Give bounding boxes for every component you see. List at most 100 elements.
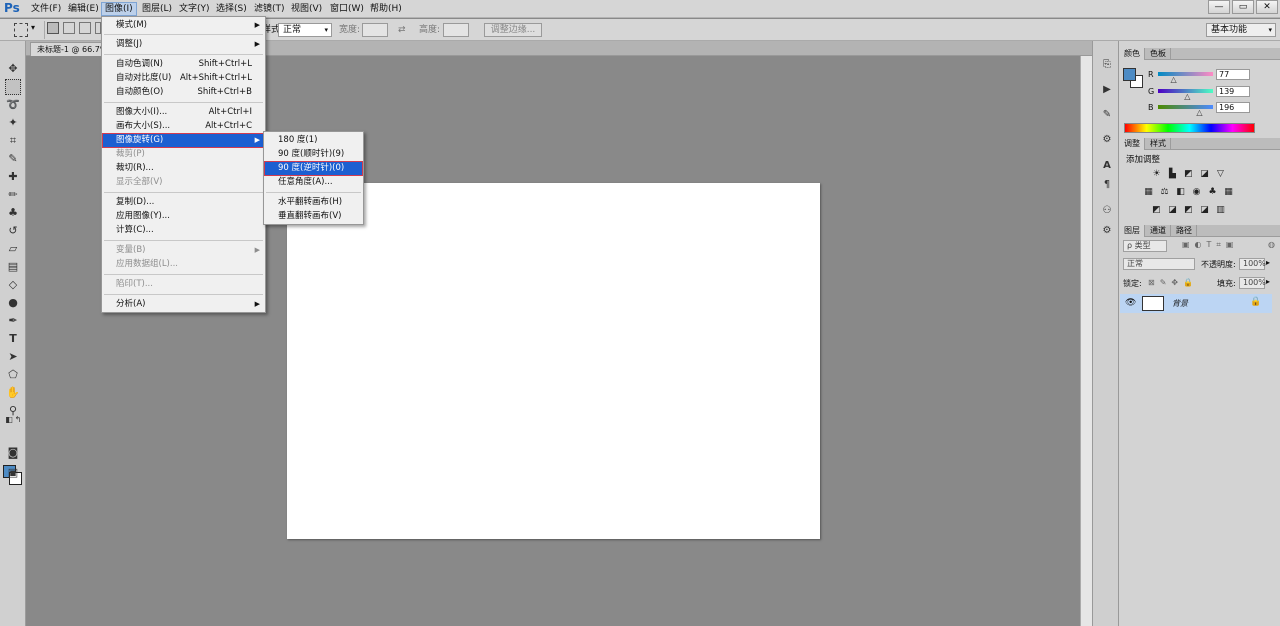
menu-item-canvas-size[interactable]: 画布大小(S)... Alt+Ctrl+C xyxy=(103,120,264,133)
menu-item-analysis[interactable]: 分析(A) ▶ xyxy=(103,298,264,311)
lock-icons[interactable]: ⊠✎✥🔒 xyxy=(1148,278,1198,287)
history-brush-tool-icon[interactable]: ↺ xyxy=(5,223,21,239)
restore-button[interactable]: ▭ xyxy=(1232,0,1254,14)
menu-item-crop[interactable]: 裁剪(P) xyxy=(103,148,264,161)
layer-filter-icons[interactable]: ▣◐T⌗▣ xyxy=(1182,240,1239,250)
menu-image[interactable]: 图像(I) xyxy=(101,2,137,16)
blend-mode-select[interactable]: 正常 xyxy=(1123,258,1195,270)
g-value-field[interactable]: 139 xyxy=(1216,86,1250,97)
levels-adjust-icon[interactable]: ▙ xyxy=(1166,169,1179,180)
menu-item-auto-color[interactable]: 自动颜色(O) Shift+Ctrl+B xyxy=(103,86,264,99)
menu-item-image-size[interactable]: 图像大小(I)... Alt+Ctrl+I xyxy=(103,106,264,119)
clone-source-icon[interactable]: ⚇ xyxy=(1100,204,1114,218)
subtract-selection-icon[interactable] xyxy=(79,22,91,34)
brush-presets-icon[interactable]: ⚙ xyxy=(1100,133,1114,147)
b-slider[interactable] xyxy=(1158,105,1213,109)
threshold-icon[interactable]: ◩ xyxy=(1182,205,1195,216)
style-select[interactable]: 正常 ▾ xyxy=(278,23,332,37)
menu-item-rotate-180[interactable]: 180 度(1) xyxy=(265,134,362,147)
menu-item-mode[interactable]: 模式(M) ▶ xyxy=(103,19,264,32)
channel-mixer-icon[interactable]: ♣ xyxy=(1206,187,1219,198)
selective-color-icon[interactable]: ◪ xyxy=(1198,205,1211,216)
marquee-tool-icon[interactable] xyxy=(5,79,21,95)
menu-help[interactable]: 帮助(H) xyxy=(367,2,405,16)
menu-file[interactable]: 文件(F) xyxy=(28,2,64,16)
menu-type[interactable]: 文字(Y) xyxy=(176,2,213,16)
screen-mode-icon[interactable]: ▣ xyxy=(5,465,21,481)
menu-window[interactable]: 窗口(W) xyxy=(327,2,367,16)
shape-tool-icon[interactable]: ⬠ xyxy=(5,367,21,383)
gradient-map-icon[interactable]: ▥ xyxy=(1214,205,1227,216)
crop-tool-icon[interactable]: ⌗ xyxy=(5,133,21,149)
color-balance-icon[interactable]: ⚖ xyxy=(1158,187,1171,198)
opacity-chevron-icon[interactable]: ▸ xyxy=(1266,258,1270,267)
menu-item-duplicate[interactable]: 复制(D)... xyxy=(103,196,264,209)
tab-adjustments[interactable]: 调整 xyxy=(1120,138,1145,150)
photo-filter-icon[interactable]: ◉ xyxy=(1190,187,1203,198)
eyedropper-tool-icon[interactable]: ✎ xyxy=(5,151,21,167)
add-selection-icon[interactable] xyxy=(63,22,75,34)
minimize-button[interactable]: — xyxy=(1208,0,1230,14)
invert-icon[interactable]: ◩ xyxy=(1150,205,1163,216)
menu-item-auto-tone[interactable]: 自动色调(N) Shift+Ctrl+L xyxy=(103,58,264,71)
menu-item-adjust[interactable]: 调整(J) ▶ xyxy=(103,38,264,51)
menu-item-rotate-90-ccw[interactable]: 90 度(逆时针)(0) xyxy=(264,161,363,176)
blur-tool-icon[interactable]: ◇ xyxy=(5,277,21,293)
chevron-down-icon[interactable]: ▾ xyxy=(31,23,35,32)
color-lookup-icon[interactable]: ▦ xyxy=(1222,187,1235,198)
menu-item-auto-contrast[interactable]: 自动对比度(U) Alt+Shift+Ctrl+L xyxy=(103,72,264,85)
swap-colors-icon[interactable]: ↰ xyxy=(10,412,26,428)
lasso-tool-icon[interactable]: ➰ xyxy=(5,97,21,113)
b-value-field[interactable]: 196 xyxy=(1216,102,1250,113)
refine-edge-button[interactable]: 调整边缘... xyxy=(484,23,542,37)
tab-layers[interactable]: 图层 xyxy=(1120,225,1145,237)
document-canvas[interactable] xyxy=(287,183,820,539)
fill-chevron-icon[interactable]: ▸ xyxy=(1266,277,1270,286)
new-selection-icon[interactable] xyxy=(47,22,59,34)
menu-item-flip-vertical[interactable]: 垂直翻转画布(V) xyxy=(265,210,362,223)
actions-panel-icon[interactable]: ▶ xyxy=(1100,83,1114,97)
brush-panel-icon[interactable]: ✎ xyxy=(1100,108,1114,122)
menu-item-reveal-all[interactable]: 显示全部(V) xyxy=(103,176,264,189)
color-panel-foreground[interactable] xyxy=(1123,68,1136,81)
menu-item-variables[interactable]: 变量(B) ▶ xyxy=(103,244,264,257)
tab-swatches[interactable]: 色板 xyxy=(1146,48,1171,60)
marquee-icon[interactable] xyxy=(14,23,28,37)
clone-stamp-tool-icon[interactable]: ♣ xyxy=(5,205,21,221)
tab-styles[interactable]: 样式 xyxy=(1146,138,1171,150)
color-spectrum-bar[interactable] xyxy=(1124,123,1255,133)
height-field[interactable] xyxy=(443,23,469,37)
tab-channels[interactable]: 通道 xyxy=(1146,225,1171,237)
menu-item-image-rotation[interactable]: 图像旋转(G) ▶ xyxy=(102,133,265,148)
r-value-field[interactable]: 77 xyxy=(1216,69,1250,80)
tool-presets-icon[interactable]: ⚙ xyxy=(1100,224,1114,238)
hand-tool-icon[interactable]: ✋ xyxy=(5,385,21,401)
brush-tool-icon[interactable]: ✏ xyxy=(5,187,21,203)
workspace-select[interactable]: 基本功能 ▾ xyxy=(1206,23,1276,37)
menu-item-rotate-90-cw[interactable]: 90 度(顺时针)(9) xyxy=(265,148,362,161)
menu-filter[interactable]: 滤镜(T) xyxy=(251,2,288,16)
swap-icon[interactable]: ⇄ xyxy=(398,23,406,37)
menu-edit[interactable]: 编辑(E) xyxy=(65,2,102,16)
type-tool-icon[interactable]: T xyxy=(5,331,21,347)
exposure-adjust-icon[interactable]: ◪ xyxy=(1198,169,1211,180)
paragraph-panel-icon[interactable]: ¶ xyxy=(1100,178,1114,192)
dodge-tool-icon[interactable]: ● xyxy=(5,295,21,311)
hue-saturation-icon[interactable]: ▦ xyxy=(1142,187,1155,198)
menu-item-apply-image[interactable]: 应用图像(Y)... xyxy=(103,210,264,223)
layer-filter-select[interactable]: ρ 类型 xyxy=(1123,240,1167,252)
black-white-icon[interactable]: ◧ xyxy=(1174,187,1187,198)
vibrance-adjust-icon[interactable]: ▽ xyxy=(1214,169,1227,180)
menu-layer[interactable]: 图层(L) xyxy=(139,2,175,16)
character-panel-icon[interactable]: A xyxy=(1100,159,1114,173)
filter-toggle-icon[interactable]: ◍ xyxy=(1268,240,1275,249)
curves-adjust-icon[interactable]: ◩ xyxy=(1182,169,1195,180)
close-button[interactable]: ✕ xyxy=(1256,0,1278,14)
quick-mask-icon[interactable]: ◙ xyxy=(5,445,21,461)
menu-item-trim[interactable]: 裁切(R)... xyxy=(103,162,264,175)
document-tab[interactable]: 未标题-1 @ 66.7% (RGB/8) xyxy=(30,42,110,56)
history-panel-icon[interactable]: ⎘ xyxy=(1100,58,1114,72)
posterize-icon[interactable]: ◪ xyxy=(1166,205,1179,216)
menu-item-trap[interactable]: 陷印(T)... xyxy=(103,278,264,291)
r-slider-thumb[interactable]: △ xyxy=(1171,76,1177,84)
